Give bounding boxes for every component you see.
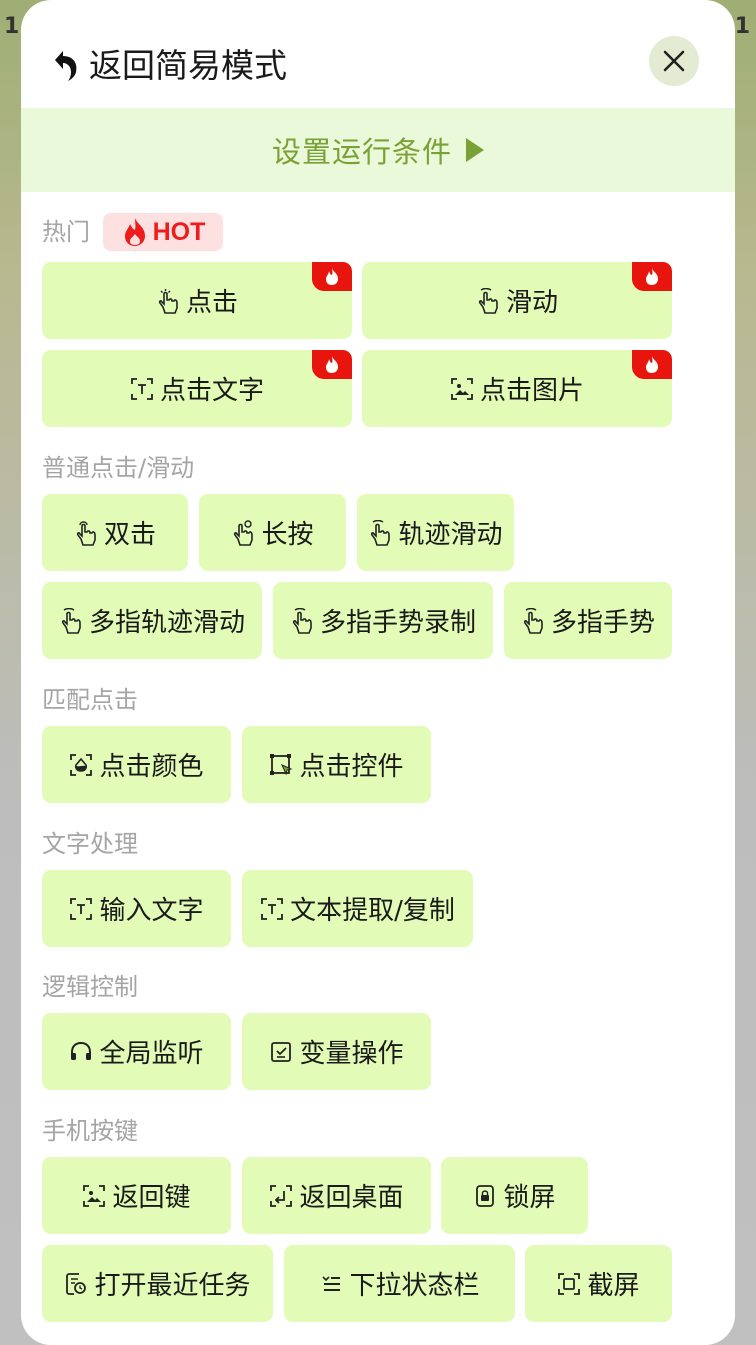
flame-icon: [326, 356, 338, 373]
multi-finger-path-swipe-label: 多指轨迹滑动: [88, 608, 245, 638]
flame-icon: [646, 268, 658, 285]
input-text-label: 输入文字: [99, 896, 204, 926]
set-run-condition-bar[interactable]: 设置运行条件: [21, 108, 735, 192]
multi-finger-path-swipe-button[interactable]: 多指轨迹滑动: [42, 582, 262, 659]
path-swipe-button[interactable]: 轨迹滑动: [357, 494, 514, 571]
pull-down-status-bar-label: 下拉状态栏: [349, 1271, 480, 1301]
swipe-hand-icon: [371, 519, 391, 546]
variable-operation-button[interactable]: 变量操作: [242, 1013, 431, 1090]
hot-badge-text: HOT: [152, 217, 206, 246]
image-scan-icon: [451, 377, 473, 400]
recent-tasks-icon: [66, 1272, 87, 1295]
screenshot-label: 截屏: [587, 1271, 640, 1301]
multi-finger-gesture-record-button[interactable]: 多指手势录制: [273, 582, 493, 659]
swipe-label: 滑动: [505, 288, 558, 318]
long-press-label: 长按: [261, 520, 314, 550]
swipe-button[interactable]: 滑动: [362, 262, 672, 339]
list-menu-icon: [322, 1275, 341, 1291]
back-key-button[interactable]: 返回键: [42, 1157, 231, 1234]
checkbox-icon: [271, 1041, 292, 1062]
color-picker-icon: [70, 753, 93, 776]
swipe-hand-icon: [478, 287, 498, 314]
section-logic-label: 逻辑控制: [42, 973, 138, 1001]
double-tap-hand-icon: [76, 520, 96, 546]
double-tap-button[interactable]: 双击: [42, 494, 188, 571]
swipe-hand-icon: [523, 607, 543, 634]
extract-copy-text-button[interactable]: 文本提取/复制: [242, 870, 473, 947]
global-listen-button[interactable]: 全局监听: [42, 1013, 231, 1090]
set-run-condition-label: 设置运行条件: [271, 135, 452, 169]
tap-text-label: 点击文字: [159, 376, 264, 406]
tap-widget-button[interactable]: 点击控件: [242, 726, 431, 803]
flame-icon: [646, 356, 658, 373]
section-normal-label: 普通点击/滑动: [42, 454, 195, 482]
widget-select-icon: [270, 753, 294, 776]
tap-color-label: 点击颜色: [99, 752, 204, 782]
headphones-icon: [71, 1041, 92, 1060]
back-key-label: 返回键: [112, 1183, 191, 1213]
recent-tasks-button[interactable]: 打开最近任务: [42, 1245, 273, 1322]
close-button[interactable]: [649, 36, 699, 86]
home-key-label: 返回桌面: [299, 1183, 404, 1213]
home-screen-icon: [270, 1184, 293, 1207]
global-listen-label: 全局监听: [99, 1039, 204, 1069]
home-key-button[interactable]: 返回桌面: [242, 1157, 431, 1234]
section-match-label: 匹配点击: [42, 686, 138, 714]
hot-flame-corner: [312, 350, 352, 379]
play-triangle-icon: [466, 138, 484, 162]
tap-button[interactable]: 点击: [42, 262, 352, 339]
lock-screen-button[interactable]: 锁屏: [441, 1157, 588, 1234]
lock-screen-label: 锁屏: [503, 1183, 556, 1213]
tap-hand-icon: [158, 288, 178, 314]
hot-flame-corner: [632, 350, 672, 379]
text-scan-icon: [70, 897, 93, 920]
path-swipe-label: 轨迹滑动: [398, 520, 503, 550]
lock-icon: [476, 1184, 495, 1207]
variable-operation-label: 变量操作: [299, 1039, 404, 1069]
screenshot-icon: [558, 1272, 581, 1295]
recent-tasks-label: 打开最近任务: [94, 1271, 251, 1301]
long-press-button[interactable]: 长按: [199, 494, 346, 571]
section-hot-label: 热门: [42, 218, 90, 246]
long-press-hand-icon: [234, 519, 254, 546]
back-key-icon: [83, 1184, 106, 1207]
tap-color-button[interactable]: 点击颜色: [42, 726, 231, 803]
action-picker-sheet: 返回简易模式 设置运行条件 热门 HOT 点击 滑动 点击文字 点击图片 普通点…: [21, 0, 735, 1345]
background-app-text-right: 1: [734, 14, 750, 39]
flame-icon: [326, 268, 338, 285]
hot-flame-corner: [312, 262, 352, 291]
tap-image-label: 点击图片: [479, 376, 584, 406]
hot-badge: HOT: [103, 213, 223, 251]
text-scan-icon: [131, 377, 153, 400]
back-to-simple-mode-title[interactable]: 返回简易模式: [89, 44, 287, 88]
extract-copy-text-label: 文本提取/复制: [290, 896, 455, 926]
text-scan-icon: [261, 897, 284, 920]
close-icon: [663, 50, 685, 72]
swipe-hand-icon: [61, 607, 81, 634]
input-text-button[interactable]: 输入文字: [42, 870, 231, 947]
screenshot-button[interactable]: 截屏: [525, 1245, 672, 1322]
swipe-hand-icon: [292, 607, 312, 634]
tap-text-button[interactable]: 点击文字: [42, 350, 352, 427]
multi-finger-gesture-label: 多指手势: [550, 608, 655, 638]
section-text-label: 文字处理: [42, 830, 138, 858]
background-app-text-left: 1: [4, 14, 20, 39]
tap-image-button[interactable]: 点击图片: [362, 350, 672, 427]
tap-label: 点击: [185, 288, 238, 318]
double-tap-label: 双击: [103, 520, 156, 550]
sheet-header: 返回简易模式: [21, 0, 735, 108]
flame-icon: [124, 218, 145, 246]
undo-arrow-icon[interactable]: [51, 48, 81, 82]
multi-finger-gesture-record-label: 多指手势录制: [319, 608, 476, 638]
hot-flame-corner: [632, 262, 672, 291]
multi-finger-gesture-button[interactable]: 多指手势: [504, 582, 672, 659]
pull-down-status-bar-button[interactable]: 下拉状态栏: [284, 1245, 515, 1322]
tap-widget-label: 点击控件: [299, 752, 404, 782]
section-keys-label: 手机按键: [42, 1117, 138, 1145]
